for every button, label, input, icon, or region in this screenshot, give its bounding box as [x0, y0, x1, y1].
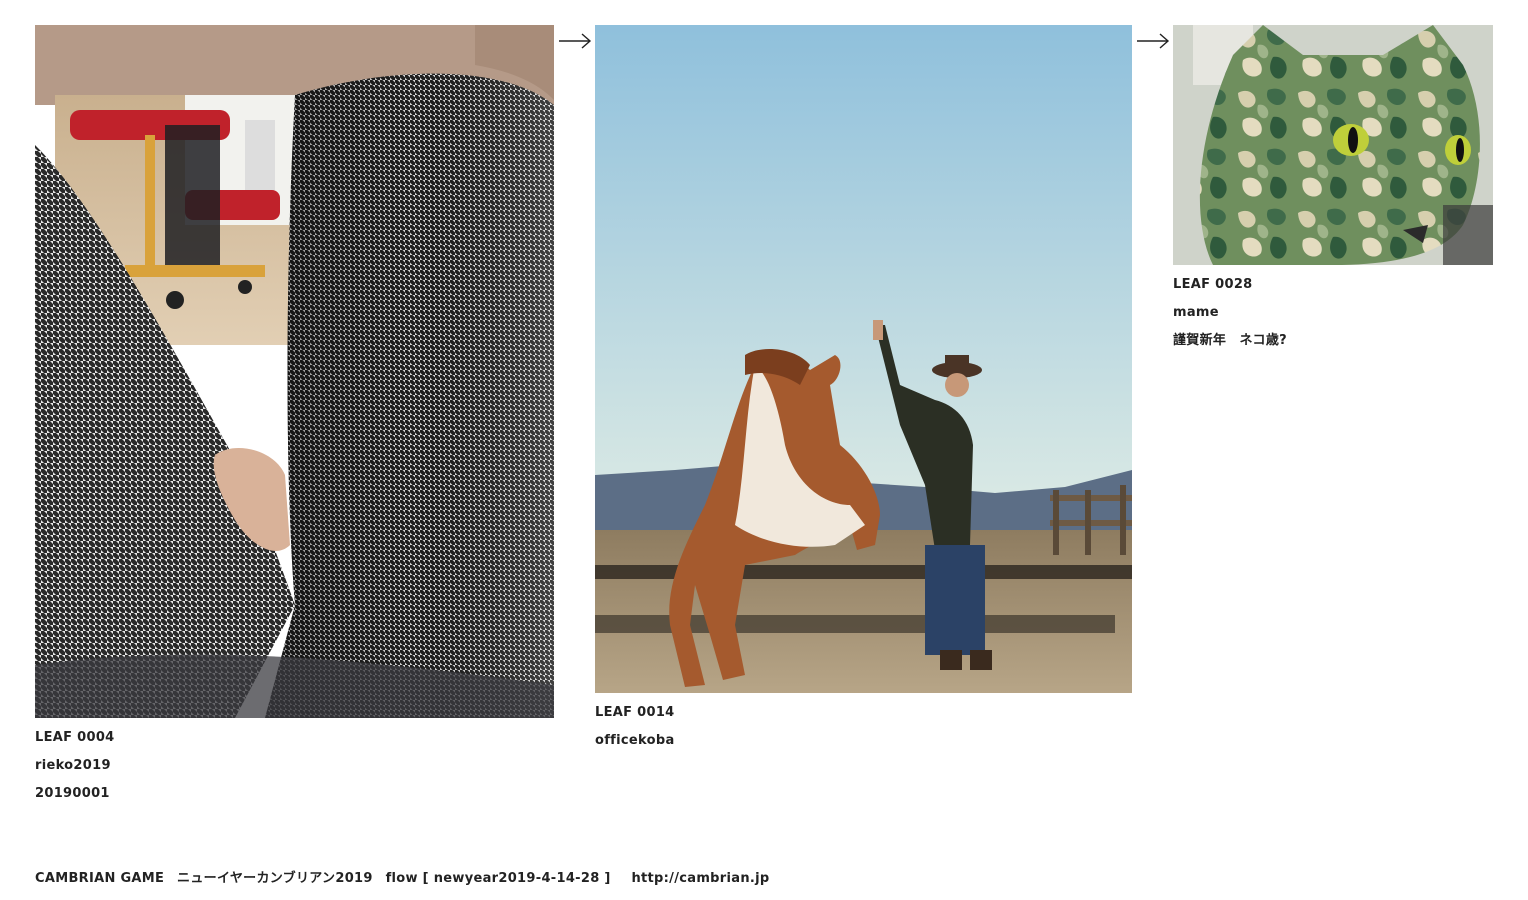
right-arrow-icon: [1137, 33, 1170, 49]
footer-url-link[interactable]: http://cambrian.jp: [631, 871, 769, 886]
leaf-id: LEAF 0014: [595, 705, 675, 720]
leaf-card-0004: LEAF 0004 rieko2019 20190001: [35, 25, 554, 802]
horse-trainer-photo: [595, 25, 1132, 693]
leaf-id: LEAF 0004: [35, 730, 115, 745]
footer-brand: CAMBRIAN GAME: [35, 871, 165, 886]
houndstooth-legs-photo: [35, 25, 554, 718]
leaf-author[interactable]: officekoba: [595, 733, 1132, 749]
leaf-photo-0004[interactable]: [35, 25, 554, 718]
leaf-note: 謹賀新年 ネコ歳?: [1173, 333, 1287, 348]
leaf-note: 20190001: [35, 786, 110, 801]
camouflage-cat-photo: [1173, 25, 1493, 265]
leaf-card-0014: LEAF 0014 officekoba: [595, 25, 1132, 749]
leaf-author[interactable]: rieko2019: [35, 758, 554, 774]
footer-flow: flow [ newyear2019-4-14-28 ]: [385, 871, 611, 886]
leaf-photo-0014[interactable]: [595, 25, 1132, 693]
leaf-author[interactable]: mame: [1173, 305, 1493, 321]
leaf-card-0028: LEAF 0028 mame 謹賀新年 ネコ歳?: [1173, 25, 1493, 349]
footer: CAMBRIAN GAME ニューイヤーカンブリアン2019 flow [ ne…: [35, 867, 769, 886]
leaf-photo-0028[interactable]: [1173, 25, 1493, 265]
footer-title: ニューイヤーカンブリアン2019: [177, 871, 373, 886]
leaf-id: LEAF 0028: [1173, 277, 1253, 292]
right-arrow-icon: [559, 33, 592, 49]
